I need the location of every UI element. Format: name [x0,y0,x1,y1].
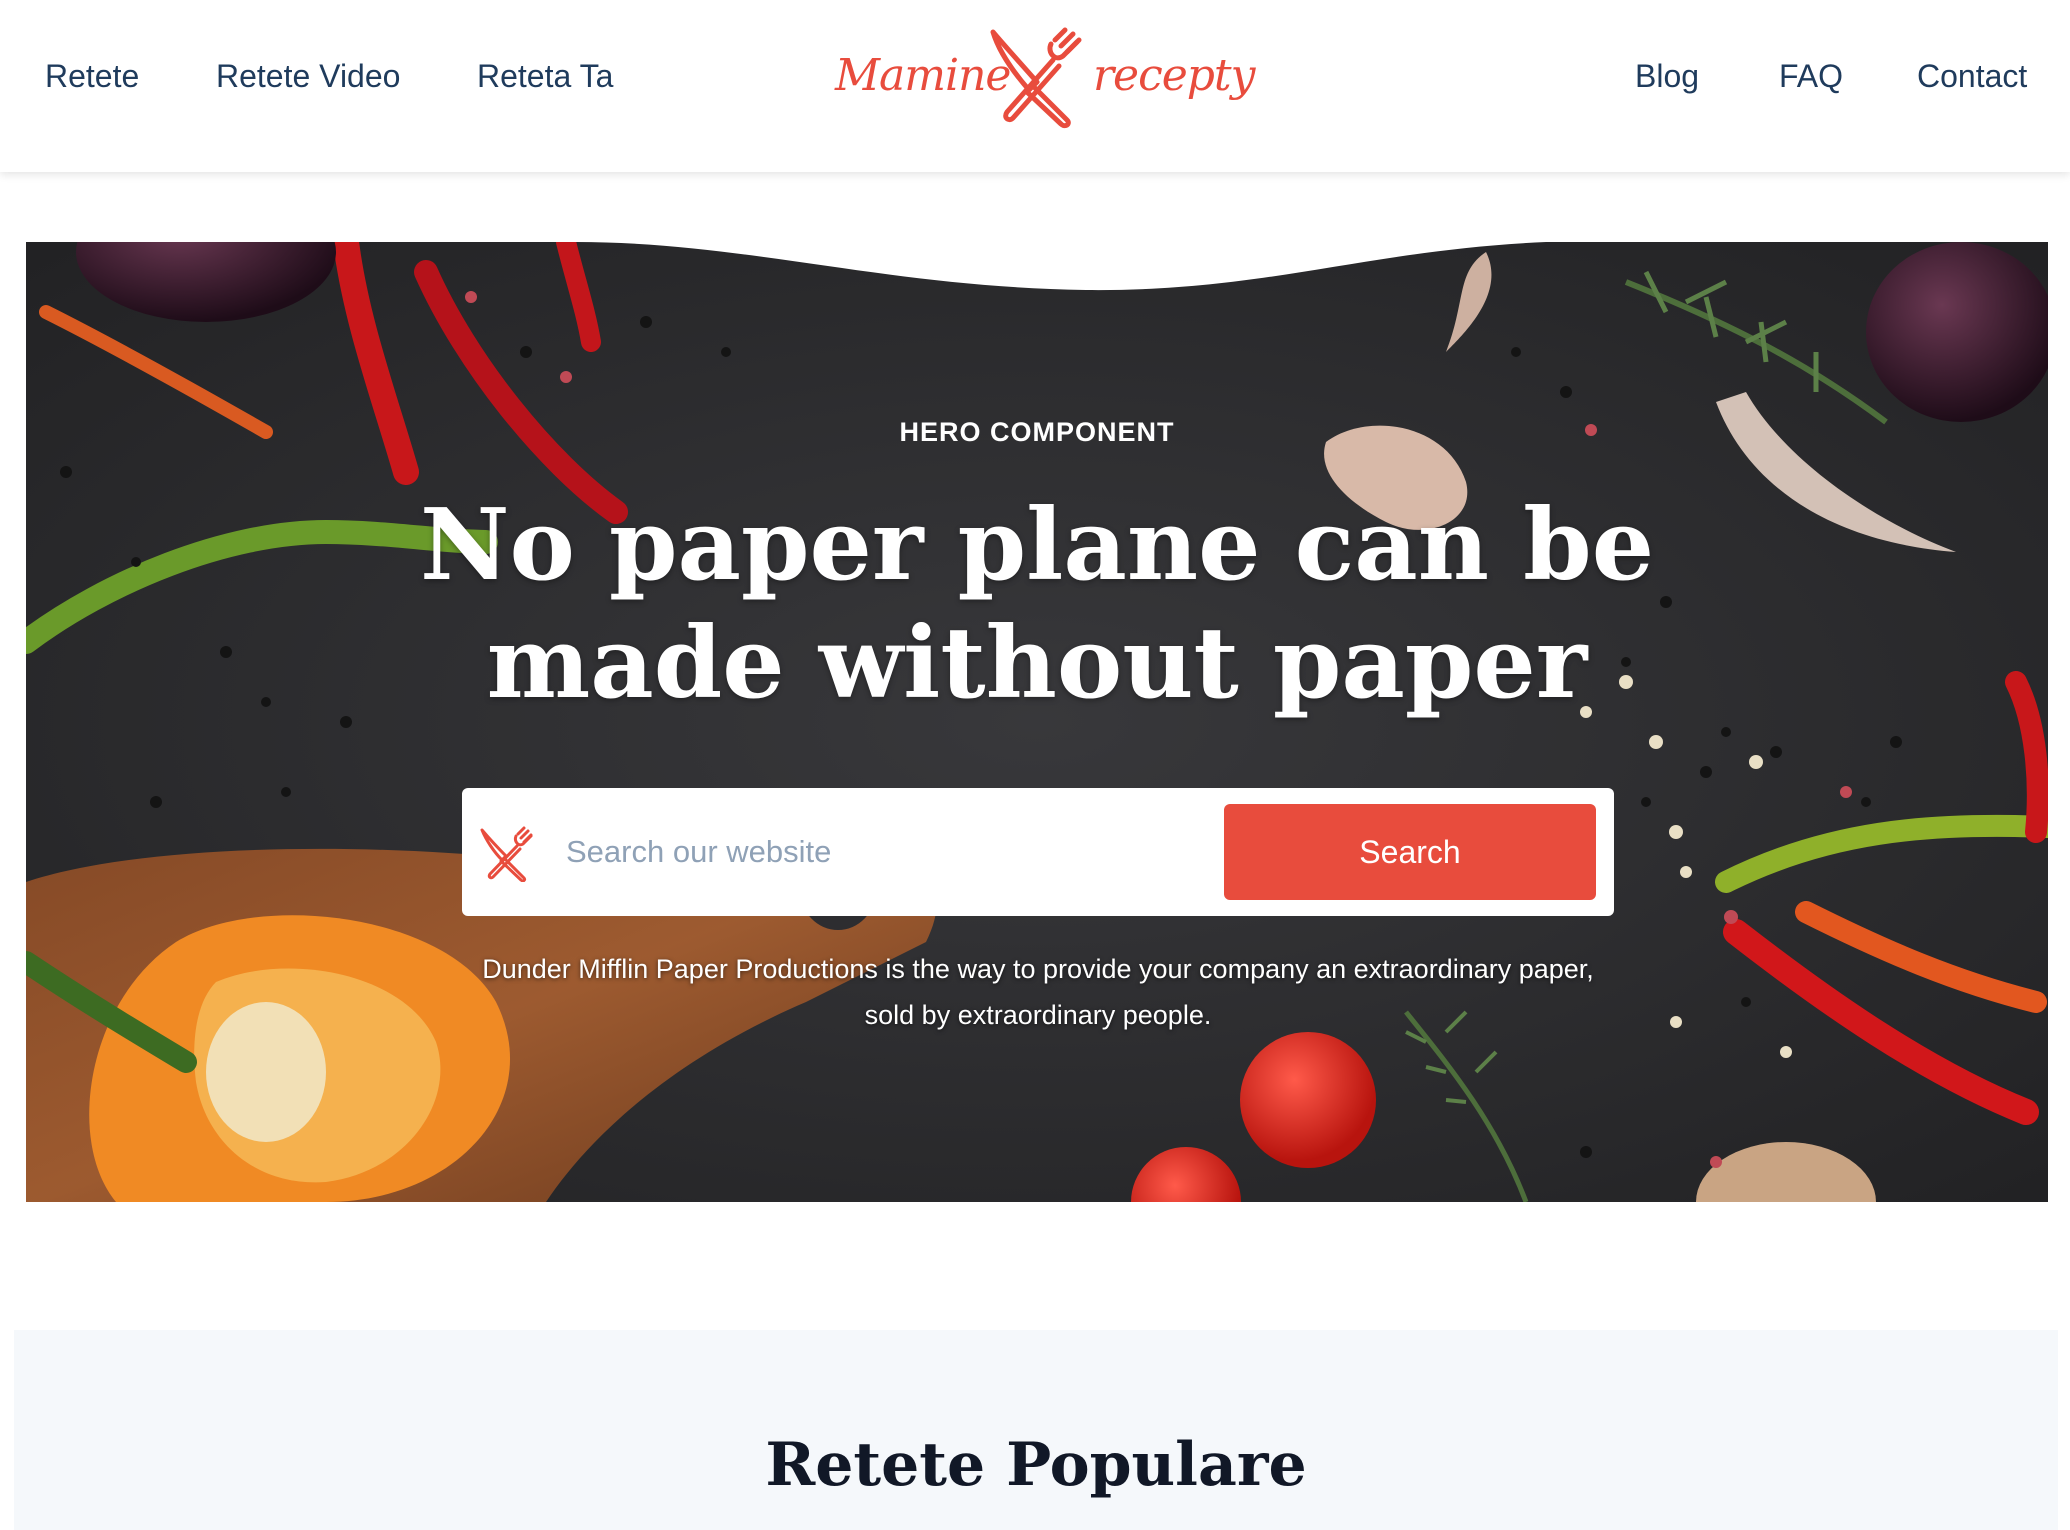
hero-section: HERO COMPONENT No paper plane can be mad… [26,242,2048,1202]
fork-knife-icon [990,27,1082,129]
nav-link-retete[interactable]: Retete [45,58,139,95]
nav-link-retete-video[interactable]: Retete Video [216,58,400,95]
nav-link-faq[interactable]: FAQ [1779,58,1843,95]
search-button[interactable]: Search [1224,804,1596,900]
nav-link-blog[interactable]: Blog [1635,58,1699,95]
search-bar: Search [462,788,1614,916]
hero-title-line1: No paper plane can be [419,488,1655,603]
hero-top-wave [576,242,1546,291]
popular-recipes-title: Retete Populare [765,1430,1307,1500]
hero-eyebrow: HERO COMPONENT [899,417,1175,447]
popular-recipes-section: Retete Populare [14,1330,2058,1530]
hero-title-line2: made without paper [486,606,1588,721]
navbar: Retete Retete Video Reteta Ta Mamine rec… [0,0,2070,172]
nav-link-reteta-ta[interactable]: Reteta Ta [477,58,613,95]
site-logo[interactable]: Mamine recepty [835,20,1255,132]
hero-description: Dunder Mifflin Paper Productions is the … [482,954,1594,1030]
search-input[interactable] [566,822,1166,882]
fork-knife-icon [480,826,533,882]
logo-word-right: recepty [1093,50,1255,101]
nav-link-contact[interactable]: Contact [1917,58,2027,95]
hero-title: No paper plane can be made without paper [26,487,2048,723]
